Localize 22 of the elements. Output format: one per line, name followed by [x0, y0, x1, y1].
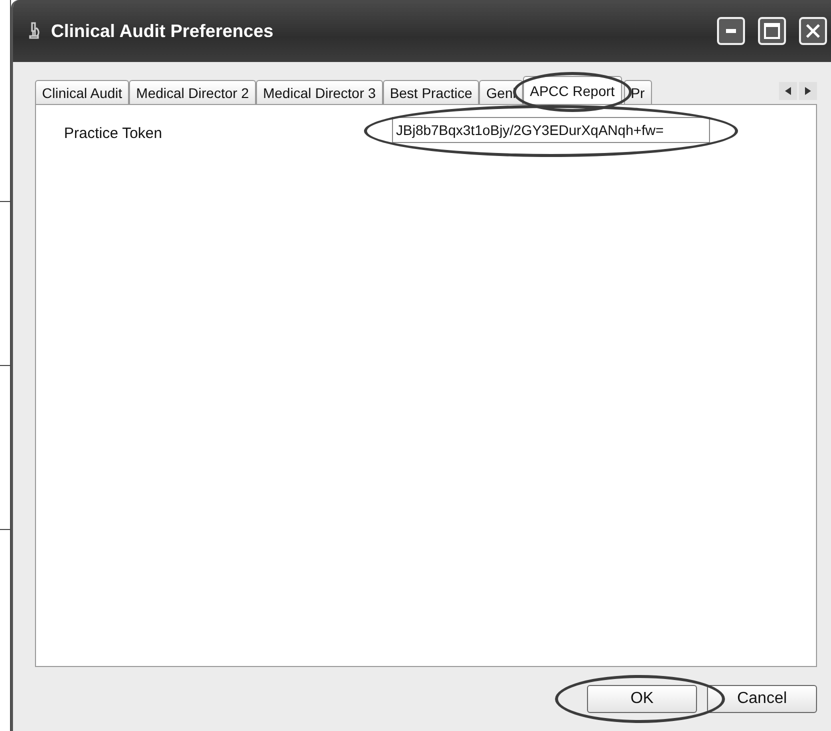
- minimize-button[interactable]: [717, 17, 745, 45]
- close-button[interactable]: [799, 17, 827, 45]
- tab[interactable]: Pr: [624, 80, 652, 104]
- tab[interactable]: Clinical Audit: [35, 80, 130, 104]
- field-label: Practice Token: [64, 125, 164, 142]
- scroll-right-button[interactable]: [799, 82, 817, 100]
- tab[interactable]: Medical Director 3: [256, 80, 383, 104]
- minimize-icon: [726, 29, 736, 33]
- left-arrow-icon: [785, 87, 791, 95]
- dialog-button[interactable]: Cancel: [707, 685, 817, 713]
- maximize-icon: [764, 23, 780, 39]
- microscope-icon: [27, 22, 41, 40]
- window-title: Clinical Audit Preferences: [51, 20, 274, 42]
- maximize-button[interactable]: [758, 17, 786, 45]
- scroll-left-button[interactable]: [779, 82, 797, 100]
- dialog-button[interactable]: OK: [587, 685, 697, 713]
- input-field[interactable]: JBj8b7Bqx3t1oBjy/2GY3EDurXqANqh+fw=: [392, 117, 710, 143]
- tab[interactable]: APCC Report: [522, 76, 622, 104]
- tab[interactable]: Medical Director 2: [129, 80, 256, 104]
- close-icon: [805, 23, 821, 39]
- right-arrow-icon: [805, 87, 811, 95]
- tab[interactable]: Best Practice: [382, 80, 480, 104]
